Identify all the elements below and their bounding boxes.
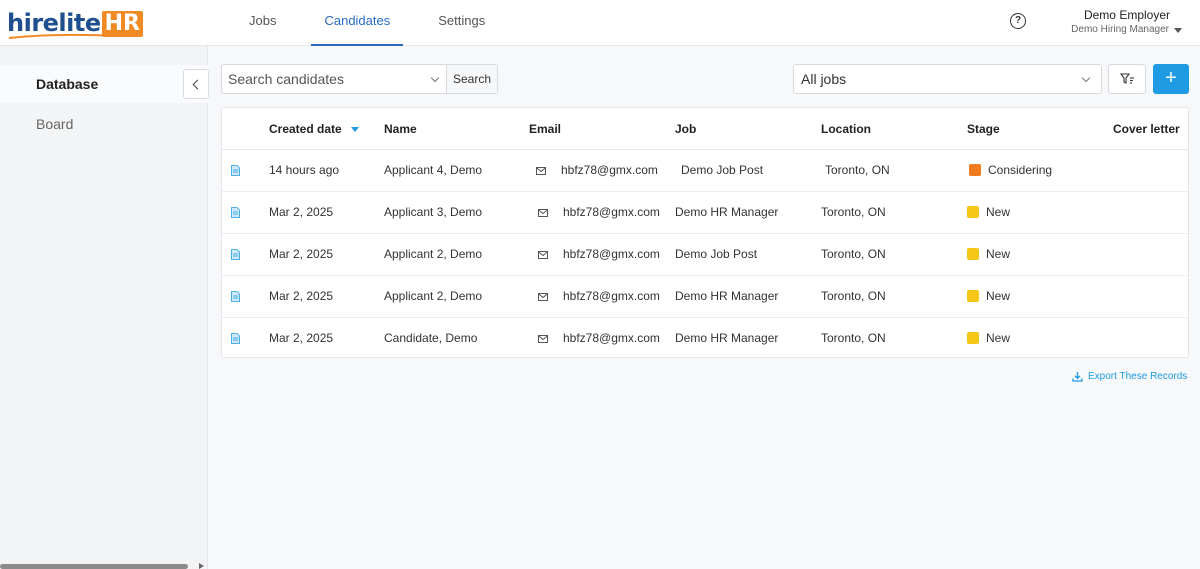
jobs-filter-value: All jobs (801, 71, 847, 87)
candidate-search: Search (221, 64, 498, 94)
column-email[interactable]: Email (529, 108, 561, 150)
search-button[interactable]: Search (446, 65, 497, 93)
stage-color-badge (967, 290, 979, 302)
search-dropdown-toggle[interactable] (424, 65, 446, 93)
question-circle-icon[interactable]: ? (1010, 13, 1026, 29)
mail-icon (536, 167, 546, 175)
cell-name: Applicant 4, Demo (384, 163, 483, 177)
collapse-sidebar-button[interactable] (183, 69, 209, 99)
mail-icon (538, 293, 548, 301)
resume-document-icon[interactable] (231, 165, 240, 176)
chevron-down-icon (430, 73, 440, 82)
cell-email[interactable]: hbfz78@gmx.com (563, 192, 660, 233)
filter-button[interactable] (1108, 64, 1146, 94)
cell-name: Applicant 3, Demo (384, 205, 483, 219)
main-nav: Jobs Candidates Settings (236, 0, 520, 46)
cell-location: Toronto, ON (821, 247, 886, 261)
mail-icon (538, 209, 548, 217)
chevron-down-icon (1081, 73, 1091, 82)
cell-location: Toronto, ON (821, 331, 886, 345)
tab-jobs[interactable]: Jobs (236, 0, 289, 46)
cell-stage[interactable]: New (967, 192, 1010, 233)
resume-document-icon[interactable] (231, 249, 240, 260)
cell-stage[interactable]: New (967, 276, 1010, 317)
cell-created: Mar 2, 2025 (269, 247, 334, 261)
cell-job: Demo Job Post (681, 163, 764, 177)
chevron-left-icon (192, 79, 203, 89)
cell-created: Mar 2, 2025 (269, 331, 334, 345)
mail-icon (538, 251, 548, 259)
cell-name: Applicant 2, Demo (384, 289, 483, 303)
cell-job: Demo HR Manager (675, 331, 779, 345)
resume-document-icon[interactable] (231, 291, 240, 302)
cell-job: Demo Job Post (675, 247, 758, 261)
horizontal-scrollbar[interactable] (0, 564, 188, 569)
cell-email[interactable]: hbfz78@gmx.com (563, 276, 660, 317)
hirelite-logo[interactable]: hirelite HR (7, 5, 143, 39)
column-location[interactable]: Location (821, 108, 871, 150)
stage-color-badge (969, 164, 981, 176)
user-role-row: Demo Hiring Manager (1071, 23, 1182, 37)
table-row[interactable]: Mar 2, 2025 Applicant 3, Demo hbfz78@gmx… (222, 192, 1188, 234)
cell-stage[interactable]: New (967, 234, 1010, 275)
cell-location: Toronto, ON (821, 289, 886, 303)
resume-document-icon[interactable] (231, 207, 240, 218)
cell-name: Candidate, Demo (384, 331, 478, 345)
table-row[interactable]: 14 hours ago Applicant 4, Demo hbfz78@gm… (222, 150, 1188, 192)
cell-created: Mar 2, 2025 (269, 205, 334, 219)
download-icon (1072, 372, 1083, 382)
sort-desc-icon (350, 127, 359, 132)
export-label: Export These Records (1088, 371, 1188, 382)
jobs-dropdown-arrow (1071, 73, 1101, 84)
cell-email[interactable]: hbfz78@gmx.com (563, 318, 660, 359)
table-row[interactable]: Mar 2, 2025 Applicant 2, Demo hbfz78@gmx… (222, 234, 1188, 276)
filter-icon (1119, 73, 1134, 84)
cell-email[interactable]: hbfz78@gmx.com (561, 150, 658, 191)
column-name[interactable]: Name (384, 108, 417, 150)
caret-down-icon (1174, 27, 1182, 33)
tab-settings[interactable]: Settings (425, 0, 498, 46)
export-records-link[interactable]: Export These Records (1072, 371, 1187, 382)
stage-color-badge (967, 332, 979, 344)
mail-icon (538, 335, 548, 343)
table-header: Created date Name Email Job Location Sta… (222, 108, 1188, 150)
resume-document-icon[interactable] (231, 333, 240, 344)
logo-swoosh-icon (8, 33, 118, 39)
user-name: Demo Employer (1083, 8, 1170, 22)
cell-stage[interactable]: Considering (969, 150, 1052, 191)
sidebar-item-database[interactable]: Database (0, 65, 208, 103)
cell-stage[interactable]: New (967, 318, 1010, 359)
table-row[interactable]: Mar 2, 2025 Candidate, Demo hbfz78@gmx.c… (222, 318, 1188, 360)
search-input[interactable] (222, 65, 424, 93)
cell-name: Applicant 2, Demo (384, 247, 483, 261)
column-stage[interactable]: Stage (967, 108, 1000, 150)
sidebar-item-board[interactable]: Board (0, 105, 208, 143)
cell-created: Mar 2, 2025 (269, 289, 334, 303)
tab-candidates[interactable]: Candidates (311, 0, 404, 46)
column-cover-letter[interactable]: Cover letter (1113, 108, 1180, 150)
jobs-filter-select[interactable]: All jobs (793, 64, 1102, 94)
sidebar: Database Board (0, 46, 209, 569)
cell-created: 14 hours ago (269, 163, 340, 177)
cell-location: Toronto, ON (821, 205, 886, 219)
user-role: Demo Hiring Manager (1071, 24, 1169, 35)
scroll-right-arrow-icon[interactable] (199, 563, 204, 569)
column-created-date[interactable]: Created date (269, 108, 359, 150)
cell-location: Toronto, ON (825, 163, 890, 177)
add-candidate-button[interactable]: + (1153, 64, 1189, 94)
user-menu[interactable]: Demo Employer Demo Hiring Manager (1071, 8, 1182, 37)
stage-color-badge (967, 206, 979, 218)
cell-job: Demo HR Manager (675, 205, 779, 219)
candidates-table: Created date Name Email Job Location Sta… (221, 107, 1189, 358)
top-header: hirelite HR Jobs Candidates Settings ? De… (0, 0, 1200, 46)
table-row[interactable]: Mar 2, 2025 Applicant 2, Demo hbfz78@gmx… (222, 276, 1188, 318)
stage-color-badge (967, 248, 979, 260)
cell-email[interactable]: hbfz78@gmx.com (563, 234, 660, 275)
column-job[interactable]: Job (675, 108, 696, 150)
cell-job: Demo HR Manager (675, 289, 779, 303)
